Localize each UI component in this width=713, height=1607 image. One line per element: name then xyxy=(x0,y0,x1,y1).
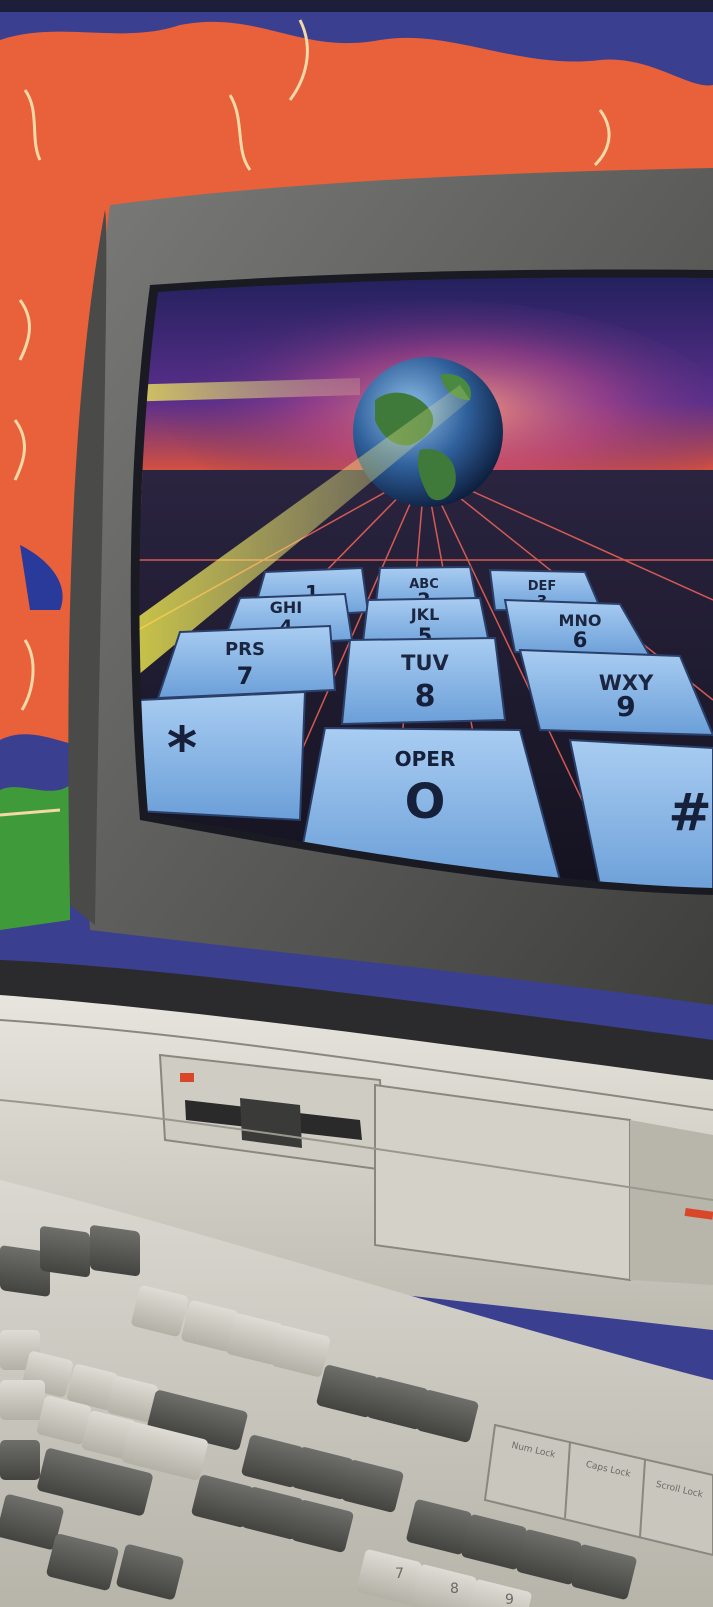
svg-text:TUV: TUV xyxy=(401,651,449,675)
phone-key-8: TUV 8 xyxy=(340,636,507,726)
numpad-key-8-label: 8 xyxy=(450,1581,459,1597)
numpad-key-9-label: 9 xyxy=(505,1592,514,1607)
svg-text:6: 6 xyxy=(573,628,588,652)
phone-key-7: PRS 7 xyxy=(156,624,337,700)
svg-text:7: 7 xyxy=(237,662,254,690)
svg-text:OPER: OPER xyxy=(395,747,456,771)
drive-led-icon xyxy=(180,1073,194,1082)
svg-text:9: 9 xyxy=(616,690,635,723)
computer-telephone-illustration: 1 ABC 2 DEF 3 GHI 4 xyxy=(0,0,713,1607)
svg-text:GHI: GHI xyxy=(270,598,302,617)
svg-text:JKL: JKL xyxy=(410,605,440,624)
svg-text:O: O xyxy=(405,774,446,830)
svg-text:8: 8 xyxy=(415,679,436,714)
phone-key-star: * xyxy=(139,690,307,822)
svg-text:PRS: PRS xyxy=(225,639,265,660)
svg-text:*: * xyxy=(167,714,197,782)
numpad-key-7-label: 7 xyxy=(395,1566,404,1582)
monitor-screen-display: 1 ABC 2 DEF 3 GHI 4 xyxy=(139,277,713,888)
svg-text:#: # xyxy=(668,783,712,843)
